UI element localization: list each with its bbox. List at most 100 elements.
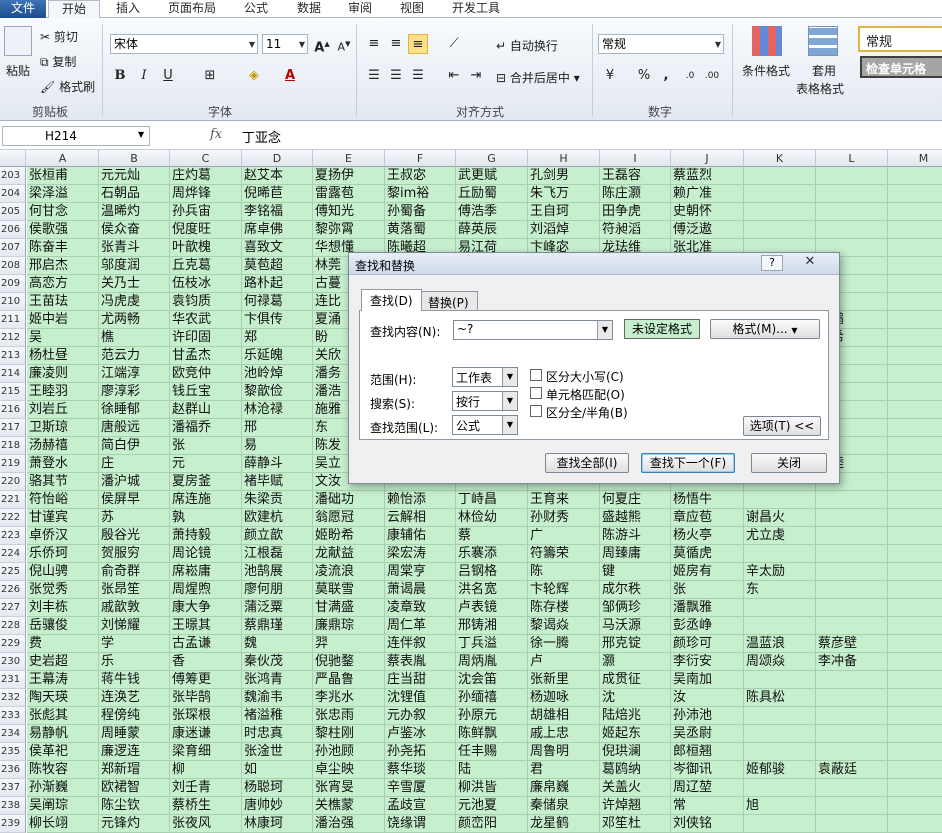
cell[interactable]: 周颂焱 (744, 653, 816, 671)
cell[interactable]: 贺服穷 (99, 545, 170, 563)
cell[interactable]: 陆 (456, 761, 528, 779)
cell[interactable] (888, 581, 942, 599)
cell[interactable]: 王幕涛 (27, 671, 99, 689)
cell[interactable]: 盛越熊 (600, 509, 671, 527)
cell[interactable] (888, 311, 942, 329)
cell[interactable]: 姬中岩 (27, 311, 99, 329)
cell[interactable]: 孰 (170, 509, 242, 527)
cell[interactable]: 李兆水 (313, 689, 385, 707)
cell[interactable]: 吕钢格 (456, 563, 528, 581)
cell[interactable]: 蒲泛粟 (242, 599, 313, 617)
cell[interactable]: 岳骧俊 (27, 617, 99, 635)
cell[interactable]: 喜致文 (242, 239, 313, 257)
cell[interactable]: 侯屏早 (99, 491, 170, 509)
tab-insert[interactable]: 插入 (116, 0, 140, 18)
match-case-checkbox[interactable] (530, 369, 542, 381)
cell[interactable]: 欧建杭 (242, 509, 313, 527)
cell[interactable]: 范云力 (99, 347, 170, 365)
cell[interactable]: 学 (99, 635, 170, 653)
cell[interactable]: 孙蜀备 (385, 203, 456, 221)
cell[interactable]: 王暻其 (170, 617, 242, 635)
cell[interactable]: 俞奇群 (99, 563, 170, 581)
paste-button[interactable]: 粘贴 (6, 62, 30, 79)
borders-icon[interactable]: ⊞ (200, 66, 220, 86)
cell[interactable] (888, 653, 942, 671)
conditional-format-button[interactable]: 条件格式 (742, 62, 790, 79)
cell[interactable]: 邓笙杜 (600, 815, 671, 833)
cell[interactable]: 田争虎 (600, 203, 671, 221)
cell[interactable]: 姬房有 (671, 563, 744, 581)
align-top-icon[interactable]: ≡ (364, 34, 384, 54)
chevron-down-icon[interactable]: ▼ (597, 321, 612, 339)
cell[interactable]: 广 (528, 527, 600, 545)
row-header[interactable]: 204 (0, 185, 26, 203)
cell[interactable]: 路朴起 (242, 275, 313, 293)
search-select[interactable]: 按行 ▼ (452, 391, 518, 411)
find-all-button[interactable]: 查找全部(I) (545, 453, 629, 473)
cell[interactable]: 柳 (170, 761, 242, 779)
font-size-combo[interactable]: 11 ▼ (262, 34, 308, 54)
cell[interactable] (816, 563, 888, 581)
find-next-button[interactable]: 查找下一个(F) (641, 453, 735, 473)
column-header-i[interactable]: I (600, 150, 671, 167)
row-header[interactable]: 211 (0, 311, 26, 329)
cell[interactable]: 李冲备 (816, 653, 888, 671)
cell[interactable] (888, 239, 942, 257)
tab-formulas[interactable]: 公式 (244, 0, 268, 18)
cell[interactable]: 傅知光 (313, 203, 385, 221)
row-header[interactable]: 235 (0, 743, 26, 761)
cell[interactable]: 夏扬伊 (313, 167, 385, 185)
cell[interactable]: 费 (27, 635, 99, 653)
decrease-decimal-icon[interactable]: .00 (702, 66, 722, 86)
fill-color-icon[interactable]: ◈ (244, 66, 264, 86)
cell[interactable]: 戚歆敦 (99, 599, 170, 617)
cell[interactable]: 赖广准 (671, 185, 744, 203)
cell[interactable]: 梁宏涛 (385, 545, 456, 563)
cell[interactable]: 元锋灼 (99, 815, 170, 833)
cell[interactable]: 成尔秩 (600, 581, 671, 599)
chevron-down-icon[interactable]: ▼ (502, 392, 517, 410)
column-header-m[interactable]: M (888, 150, 942, 167)
cell[interactable]: 孙财秀 (528, 509, 600, 527)
cell[interactable]: 林沧禄 (242, 401, 313, 419)
cell[interactable]: 康辅佑 (385, 527, 456, 545)
cell[interactable]: 汝 (671, 689, 744, 707)
cell[interactable] (816, 725, 888, 743)
cell[interactable] (816, 599, 888, 617)
cell[interactable] (888, 401, 942, 419)
cell[interactable]: 丁峙昌 (456, 491, 528, 509)
close-icon[interactable]: ✕ (799, 255, 821, 271)
column-header-k[interactable]: K (744, 150, 816, 167)
cell[interactable]: 苏 (99, 509, 170, 527)
row-header[interactable]: 218 (0, 437, 26, 455)
cell[interactable]: 周煋煦 (170, 581, 242, 599)
cell[interactable]: 辛雪厦 (385, 779, 456, 797)
cell[interactable]: 孟歧宣 (385, 797, 456, 815)
cell[interactable]: 张宵旻 (313, 779, 385, 797)
cell[interactable]: 廖何朋 (242, 581, 313, 599)
cell[interactable] (888, 329, 942, 347)
cell[interactable]: 卓尘映 (313, 761, 385, 779)
align-middle-icon[interactable]: ≡ (386, 34, 406, 54)
match-width-checkbox[interactable] (530, 405, 542, 417)
cell[interactable] (744, 545, 816, 563)
cell[interactable] (888, 635, 942, 653)
cell[interactable]: 甘满盛 (313, 599, 385, 617)
cell[interactable]: 杨聪珂 (242, 779, 313, 797)
match-cell-checkbox[interactable] (530, 387, 542, 399)
orientation-icon[interactable]: ⟋ (444, 34, 464, 54)
row-header[interactable]: 221 (0, 491, 26, 509)
cell[interactable]: 黎弥霄 (313, 221, 385, 239)
row-header[interactable]: 214 (0, 365, 26, 383)
cell[interactable]: 孙缅禧 (456, 689, 528, 707)
cell[interactable]: 朱梁贡 (242, 491, 313, 509)
cell[interactable]: 赵群山 (170, 401, 242, 419)
cell[interactable]: 易 (242, 437, 313, 455)
cell[interactable]: 周臻庸 (600, 545, 671, 563)
cell[interactable]: 辛太励 (744, 563, 816, 581)
cell[interactable] (816, 167, 888, 185)
tab-find[interactable]: 查找(D) (361, 289, 422, 311)
cell[interactable] (888, 365, 942, 383)
cell[interactable]: 关樵蒙 (313, 797, 385, 815)
wrap-text-button[interactable]: ↵ 自动换行 (496, 37, 558, 54)
